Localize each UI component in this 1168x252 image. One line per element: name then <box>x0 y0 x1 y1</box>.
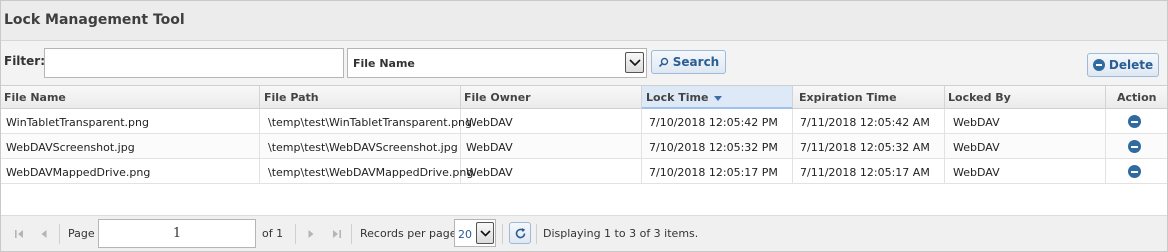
cell-file-path: \temp\test\WinTabletTransparent.png <box>260 109 472 133</box>
table-header: File Name File Path File Owner Lock Time… <box>1 85 1167 109</box>
filter-toolbar: Filter: File Name Search Delete <box>1 41 1167 85</box>
pager-separator <box>59 224 60 244</box>
filter-field-value: File Name <box>353 57 415 70</box>
locks-table: File Name File Path File Owner Lock Time… <box>1 85 1167 215</box>
cell-expiration-time: 7/11/2018 12:05:42 AM <box>793 109 945 133</box>
cell-lock-time: 7/10/2018 12:05:17 PM <box>642 159 793 183</box>
cell-action <box>1106 134 1167 158</box>
filter-label: Filter: <box>4 54 46 68</box>
row-delete-icon[interactable] <box>1128 165 1141 178</box>
cell-file-name: WebDAVMappedDrive.png <box>1 159 260 183</box>
cell-expiration-time: 7/11/2018 12:05:32 AM <box>793 134 945 158</box>
column-header-lock-time[interactable]: Lock Time <box>642 86 793 109</box>
column-header-file-path[interactable]: File Path <box>260 86 461 109</box>
previous-page-icon[interactable] <box>34 223 54 245</box>
cell-file-name: WinTabletTransparent.png <box>1 109 260 133</box>
cell-expiration-time: 7/11/2018 12:05:17 AM <box>793 159 945 183</box>
cell-locked-by: WebDAV <box>945 109 1106 133</box>
table-row[interactable]: WinTabletTransparent.png \temp\test\WinT… <box>1 109 1167 134</box>
delete-button-label: Delete <box>1108 58 1154 72</box>
title-bar: Lock Management Tool <box>1 1 1167 41</box>
row-delete-icon[interactable] <box>1128 140 1141 153</box>
cell-file-owner: WebDAV <box>461 159 642 183</box>
cell-file-owner: WebDAV <box>461 109 642 133</box>
cell-file-path: \temp\test\WebDAVScreenshot.jpg <box>260 134 461 158</box>
cell-locked-by: WebDAV <box>945 159 1106 183</box>
cell-lock-time: 7/10/2018 12:05:42 PM <box>642 109 793 133</box>
page-title: Lock Management Tool <box>4 12 185 28</box>
column-header-action: Action <box>1117 91 1157 104</box>
page-number-input[interactable] <box>98 219 256 248</box>
pager-separator <box>295 224 296 244</box>
pager-separator <box>502 224 503 244</box>
filter-input[interactable] <box>44 48 344 78</box>
cell-locked-by: WebDAV <box>945 134 1106 158</box>
cell-file-name: WebDAVScreenshot.jpg <box>1 134 260 158</box>
records-per-page-select[interactable]: 20 <box>454 219 496 247</box>
pagination-bar: Page of 1 Records per page: 20 Displayin… <box>1 215 1167 251</box>
cell-action <box>1106 109 1167 133</box>
last-page-icon[interactable] <box>327 223 347 245</box>
page-count-label: of 1 <box>262 227 284 240</box>
pager-status: Displaying 1 to 3 of 3 items. <box>543 227 699 240</box>
lock-management-window: Lock Management Tool Filter: File Name S… <box>0 0 1168 252</box>
chevron-down-icon[interactable] <box>625 52 644 73</box>
column-header-file-name[interactable]: File Name <box>1 86 260 109</box>
pager-separator <box>351 224 352 244</box>
records-per-page-value: 20 <box>458 228 472 241</box>
row-delete-icon[interactable] <box>1128 115 1141 128</box>
pager-separator <box>536 224 537 244</box>
column-header-file-owner[interactable]: File Owner <box>461 86 642 109</box>
search-button-label: Search <box>672 55 720 69</box>
chevron-down-icon[interactable] <box>476 222 494 244</box>
minus-circle-icon <box>1092 59 1105 71</box>
delete-button[interactable]: Delete <box>1087 53 1159 77</box>
table-row[interactable]: WebDAVScreenshot.jpg \temp\test\WebDAVSc… <box>1 134 1167 159</box>
refresh-icon <box>515 227 525 238</box>
page-label: Page <box>68 227 95 240</box>
table-row[interactable]: WebDAVMappedDrive.png \temp\test\WebDAVM… <box>1 159 1167 184</box>
search-button[interactable]: Search <box>651 50 726 74</box>
search-icon <box>658 57 668 67</box>
records-per-page-label: Records per page: <box>360 227 461 240</box>
cell-file-owner: WebDAV <box>461 134 642 158</box>
cell-action <box>1106 159 1167 183</box>
column-header-expiration-time[interactable]: Expiration Time <box>793 86 945 109</box>
column-header-locked-by[interactable]: Locked By <box>945 86 1106 109</box>
refresh-button[interactable] <box>509 222 531 244</box>
first-page-icon[interactable] <box>9 223 29 245</box>
cell-file-path: \temp\test\WebDAVMappedDrive.png <box>260 159 473 183</box>
column-header-lock-time-label: Lock Time <box>646 91 709 104</box>
filter-field-select[interactable]: File Name <box>347 48 647 78</box>
cell-lock-time: 7/10/2018 12:05:32 PM <box>642 134 793 158</box>
sort-descending-icon <box>714 95 723 101</box>
next-page-icon[interactable] <box>301 223 321 245</box>
